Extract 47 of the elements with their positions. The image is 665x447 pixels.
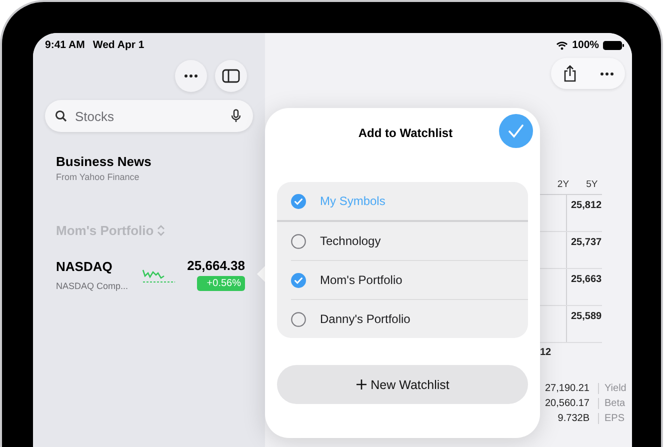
empty-circle-icon[interactable] — [291, 312, 306, 326]
watchlist-item[interactable]: Mom's Portfolio — [291, 260, 528, 299]
news-title[interactable]: Business News — [56, 154, 253, 169]
checked-circle-icon[interactable] — [291, 272, 306, 288]
column-header: 5Y — [586, 178, 599, 190]
wifi-icon — [556, 40, 568, 50]
stat-label: Beta — [604, 398, 626, 409]
microphone-icon — [231, 109, 241, 123]
status-time: 9:41 AM — [45, 39, 85, 51]
table-cell: 25,812 — [566, 195, 602, 231]
search-bar[interactable]: Stocks — [45, 100, 253, 132]
more-icon — [184, 74, 198, 78]
status-date: Wed Apr 1 — [92, 39, 144, 51]
sidebar-toggle-button[interactable] — [215, 60, 247, 92]
new-watchlist-button[interactable]: New Watchlist — [277, 365, 528, 404]
table-cell: 25,737 — [566, 232, 602, 268]
done-button[interactable] — [499, 114, 533, 148]
stat-label: EPS — [604, 413, 626, 424]
popover-title: Add to Watchlist — [358, 126, 453, 140]
more-button[interactable] — [600, 72, 614, 76]
battery-percent: 100% — [572, 39, 599, 51]
share-button[interactable] — [562, 65, 576, 82]
search-field[interactable]: Stocks — [73, 108, 225, 124]
column-header: 2Y — [557, 178, 570, 190]
stock-symbol[interactable]: NASDAQ — [56, 258, 142, 274]
stat-label: Yield — [604, 383, 626, 394]
stat-value: 27,190.21 — [545, 383, 598, 394]
plus-icon — [356, 379, 367, 390]
stat-value: 9.732B — [545, 413, 598, 424]
stock-price: 25,664.38 — [187, 258, 245, 273]
search-icon — [55, 110, 67, 122]
empty-circle-icon[interactable] — [291, 234, 306, 248]
watchlist-item[interactable]: Danny's Portfolio — [291, 299, 528, 338]
table-cell: 12 — [540, 347, 552, 358]
table-cell: 25,589 — [566, 306, 602, 342]
sidebar-icon — [222, 69, 240, 83]
share-icon — [562, 65, 576, 82]
table-cell: 25,663 — [566, 269, 602, 305]
stat-value: 20,560.17 — [545, 398, 598, 409]
checked-circle-icon[interactable] — [291, 194, 306, 208]
more-icon — [600, 72, 614, 76]
battery-icon — [603, 40, 624, 50]
watchlist-item[interactable]: Technology — [277, 220, 528, 260]
news-subtitle: From Yahoo Finance — [56, 172, 140, 182]
chevron-updown-icon — [156, 225, 165, 236]
checkmark-icon — [508, 124, 524, 138]
stock-name: NASDAQ Comp... — [56, 280, 130, 290]
